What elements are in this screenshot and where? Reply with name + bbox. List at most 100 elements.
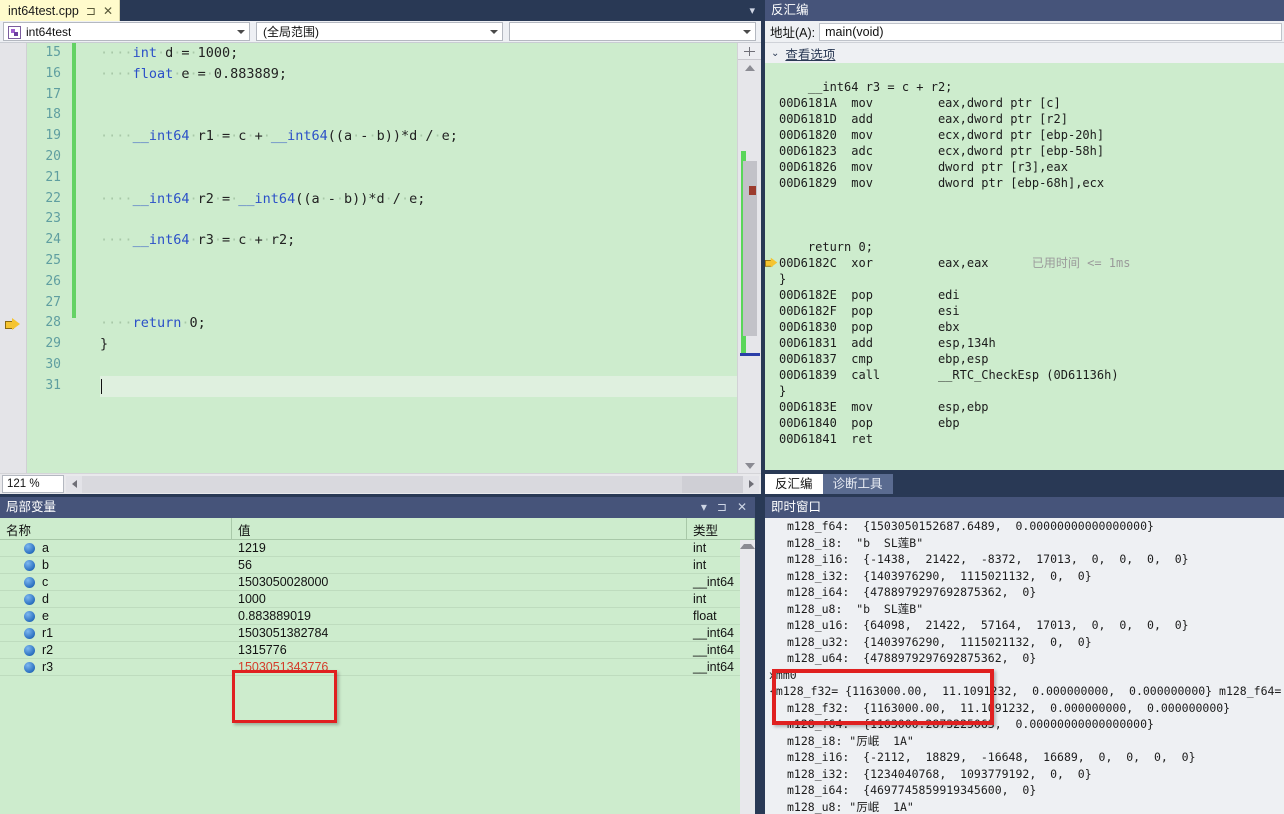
zoom-level-dropdown[interactable]: 121 % bbox=[2, 475, 64, 493]
code-line[interactable]: ····return·0; bbox=[100, 313, 737, 334]
table-row[interactable]: r2 1315776 __int64 bbox=[0, 642, 755, 659]
editor-horizontal-scrollbar[interactable] bbox=[66, 475, 759, 493]
code-line[interactable] bbox=[100, 209, 737, 230]
pin-icon[interactable]: ⊐ bbox=[86, 4, 96, 18]
locals-cell-value[interactable]: 1503050028000 bbox=[232, 575, 687, 589]
scroll-right-arrow-icon[interactable] bbox=[743, 475, 759, 493]
disassembly-instruction[interactable]: 00D61820 mov ecx,dword ptr [ebp-20h] bbox=[779, 127, 1284, 143]
disassembly-instruction[interactable]: 00D61823 adc ecx,dword ptr [ebp-58h] bbox=[779, 143, 1284, 159]
code-line[interactable] bbox=[100, 147, 737, 168]
code-line[interactable] bbox=[100, 375, 737, 397]
locals-cell-value[interactable]: 1000 bbox=[232, 592, 687, 606]
disassembly-instruction[interactable]: 00D61840 pop ebp bbox=[779, 415, 1284, 431]
disassembly-instruction[interactable]: 00D6181A mov eax,dword ptr [c] bbox=[779, 95, 1284, 111]
locals-cell-value[interactable]: 1503051343776 bbox=[232, 660, 687, 674]
scroll-up-arrow-icon[interactable] bbox=[740, 544, 755, 549]
locals-cell-name[interactable]: r2 bbox=[0, 643, 232, 657]
disassembly-instruction[interactable]: 00D6181D add eax,dword ptr [r2] bbox=[779, 111, 1284, 127]
table-row[interactable]: a 1219 int bbox=[0, 540, 755, 557]
locals-cell-name[interactable]: d bbox=[0, 592, 232, 606]
disassembly-source-line[interactable]: __int64 r3 = c + r2; bbox=[779, 79, 1284, 95]
disassembly-instruction[interactable]: 00D61839 call __RTC_CheckEsp (0D61136h) bbox=[779, 367, 1284, 383]
disassembly-instruction[interactable]: 00D61830 pop ebx bbox=[779, 319, 1284, 335]
disassembly-instruction[interactable]: 00D6183E mov esp,ebp bbox=[779, 399, 1284, 415]
code-line[interactable]: ····float·e·=·0.883889; bbox=[100, 64, 737, 85]
code-line[interactable]: ····int·d·=·1000; bbox=[100, 43, 737, 64]
address-input[interactable]: main(void) bbox=[819, 22, 1282, 41]
disassembly-instruction[interactable] bbox=[779, 191, 1284, 207]
pin-icon[interactable]: ⊐ bbox=[717, 497, 727, 518]
member-selector-dropdown[interactable] bbox=[509, 22, 756, 41]
table-row[interactable]: d 1000 int bbox=[0, 591, 755, 608]
disassembly-listing[interactable]: __int64 r3 = c + r2; 00D6181A mov eax,dwo… bbox=[765, 63, 1284, 470]
disassembly-instruction[interactable] bbox=[779, 207, 1284, 223]
scroll-down-arrow-icon[interactable] bbox=[738, 458, 761, 473]
locals-variable-rows[interactable]: a 1219 int b 56 int c 1503050028000 __int64 d 1000… bbox=[0, 540, 755, 814]
locals-cell-value[interactable]: 56 bbox=[232, 558, 687, 572]
locals-cell-value[interactable]: 0.883889019 bbox=[232, 609, 687, 623]
table-row[interactable]: r1 1503051382784 __int64 bbox=[0, 625, 755, 642]
locals-header-value[interactable]: 值 bbox=[232, 518, 687, 540]
disassembly-source-line[interactable]: } bbox=[779, 271, 1284, 287]
code-line[interactable] bbox=[100, 85, 737, 106]
tab-overflow-chevron-down-icon[interactable]: ▾ bbox=[749, 4, 755, 17]
disassembly-source-line[interactable]: } bbox=[779, 383, 1284, 399]
code-line[interactable]: ····__int64·r3·=·c·+·r2; bbox=[100, 230, 737, 251]
code-line[interactable] bbox=[100, 293, 737, 314]
disassembly-instruction[interactable]: 00D61826 mov dword ptr [r3],eax bbox=[779, 159, 1284, 175]
locals-cell-name[interactable]: r3 bbox=[0, 660, 232, 674]
split-view-handle[interactable] bbox=[738, 43, 761, 60]
editor-vertical-scrollbar[interactable] bbox=[737, 43, 761, 473]
scroll-up-arrow-icon[interactable] bbox=[738, 60, 761, 75]
hscrollbar-thumb[interactable] bbox=[82, 475, 682, 493]
project-selector-dropdown[interactable]: int64test bbox=[3, 22, 250, 41]
locals-cell-value[interactable]: 1219 bbox=[232, 541, 687, 555]
code-line[interactable] bbox=[100, 251, 737, 272]
locals-header-name[interactable]: 名称 bbox=[0, 518, 232, 540]
disassembly-tab-active[interactable]: 反汇编 bbox=[765, 474, 823, 494]
table-row[interactable]: c 1503050028000 __int64 bbox=[0, 574, 755, 591]
disassembly-instruction[interactable]: 00D61841 ret bbox=[779, 431, 1284, 447]
scroll-left-arrow-icon[interactable] bbox=[66, 475, 82, 493]
disassembly-instruction[interactable] bbox=[779, 63, 1284, 79]
locals-cell-name[interactable]: e bbox=[0, 609, 232, 623]
locals-cell-name[interactable]: b bbox=[0, 558, 232, 572]
disassembly-instruction[interactable]: 00D6182C xor eax,eax 已用时间 <= 1ms bbox=[779, 255, 1284, 271]
variable-icon bbox=[24, 627, 35, 639]
close-icon[interactable]: ✕ bbox=[737, 497, 747, 518]
locals-cell-value[interactable]: 1315776 bbox=[232, 643, 687, 657]
disassembly-tab-inactive[interactable]: 诊断工具 bbox=[822, 474, 893, 494]
code-line[interactable]: ····__int64·r2·=·__int64((a·-·b))*d·/·e; bbox=[100, 189, 737, 210]
code-line[interactable] bbox=[100, 105, 737, 126]
locals-cell-name[interactable]: c bbox=[0, 575, 232, 589]
code-line[interactable] bbox=[100, 272, 737, 293]
locals-cell-name[interactable]: a bbox=[0, 541, 232, 555]
locals-cell-value[interactable]: 1503051382784 bbox=[232, 626, 687, 640]
chevron-down-icon[interactable]: ▾ bbox=[701, 497, 707, 518]
locals-vertical-scrollbar[interactable] bbox=[740, 540, 755, 814]
editor-tab-int64test-cpp[interactable]: int64test.cpp ⊐ ✕ bbox=[0, 0, 121, 21]
locals-header-type[interactable]: 类型 bbox=[687, 518, 755, 540]
source-code-lines[interactable]: ····int·d·=·1000; ····float·e·=·0.883889;… bbox=[100, 43, 737, 473]
disassembly-instruction[interactable]: 00D6182F pop esi bbox=[779, 303, 1284, 319]
table-row[interactable]: b 56 int bbox=[0, 557, 755, 574]
code-line[interactable] bbox=[100, 355, 737, 376]
disassembly-instruction[interactable]: 00D6182E pop edi bbox=[779, 287, 1284, 303]
disassembly-instruction[interactable] bbox=[779, 223, 1284, 239]
disassembly-instruction[interactable]: 00D61831 add esp,134h bbox=[779, 335, 1284, 351]
breakpoint-margin[interactable] bbox=[0, 43, 27, 473]
view-options-toggle[interactable]: ⌄ 查看选项 bbox=[765, 43, 1284, 63]
table-row[interactable]: r3 1503051343776 __int64 bbox=[0, 659, 755, 676]
code-text-area[interactable]: 15 16 17 18 19 20 21 22 23 24 25 26 27 28 29 30 31 ····i… bbox=[0, 43, 761, 473]
close-icon[interactable]: ✕ bbox=[103, 4, 113, 18]
code-line[interactable]: } bbox=[100, 334, 737, 355]
disassembly-instruction[interactable]: 00D61837 cmp ebp,esp bbox=[779, 351, 1284, 367]
code-line[interactable] bbox=[100, 168, 737, 189]
table-row[interactable]: e 0.883889019 float bbox=[0, 608, 755, 625]
immediate-window-output[interactable]: m128_f64: {1503050152687.6489, 0.0000000… bbox=[765, 518, 1284, 814]
disassembly-source-line[interactable]: return 0; bbox=[779, 239, 1284, 255]
code-line[interactable]: ····__int64·r1·=·c·+·__int64((a·-·b))*d·… bbox=[100, 126, 737, 147]
locals-cell-name[interactable]: r1 bbox=[0, 626, 232, 640]
scope-selector-dropdown[interactable]: (全局范围) bbox=[256, 22, 503, 41]
disassembly-instruction[interactable]: 00D61829 mov dword ptr [ebp-68h],ecx bbox=[779, 175, 1284, 191]
